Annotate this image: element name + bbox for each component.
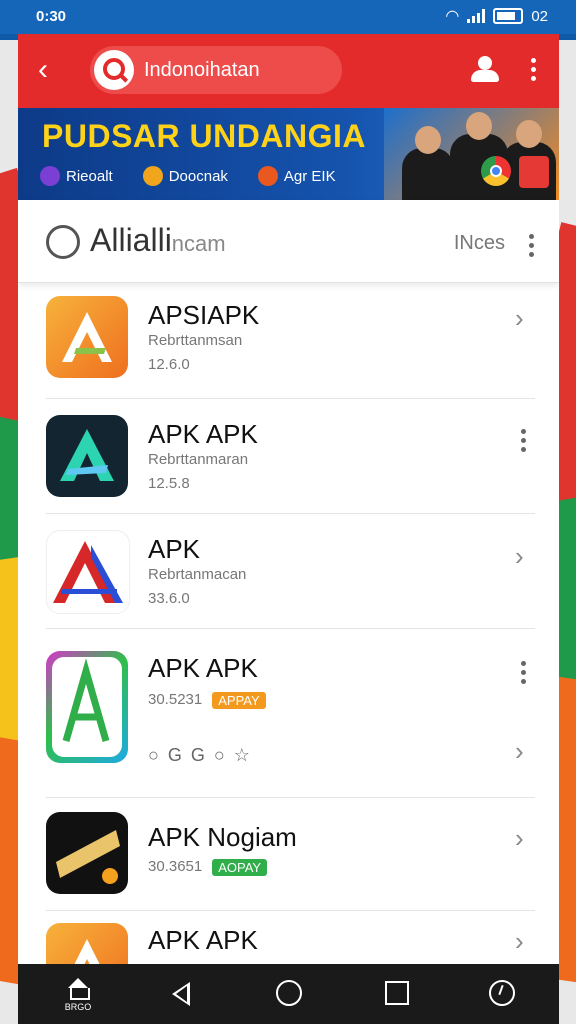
app-icon-apk-apk-2 (46, 651, 128, 763)
item-menu-icon[interactable] (521, 429, 527, 456)
app-title: APSIAPK (148, 300, 260, 330)
system-nav-bar: BRGO (18, 964, 559, 1024)
section-title: Alliallincam (90, 222, 226, 258)
chevron-right-icon[interactable]: › (515, 738, 535, 764)
app-meta: 30.3651 AOPAY (148, 858, 268, 876)
chrome-icon (481, 156, 511, 186)
app-subtitle: Rebrttanmaran (148, 451, 249, 468)
app-title: APK (148, 534, 201, 564)
app-icon-apk-apk-3 (46, 923, 128, 964)
app-meta: 30.5231 APPAY (148, 691, 266, 709)
banner-chip-2[interactable]: Doocnak (142, 166, 228, 186)
status-bar: 0:30 ◠ 02 (0, 0, 576, 34)
banner-chip-3[interactable]: Agr EIK (257, 166, 336, 186)
chevron-right-icon[interactable]: › (515, 825, 535, 851)
banner-illustration (384, 108, 559, 200)
home-label: BRGO (64, 1002, 92, 1012)
app-version: 12.5.8 (148, 475, 190, 492)
home-icon (68, 978, 88, 988)
home-circle-button[interactable] (268, 976, 308, 1012)
circle-icon (46, 225, 80, 259)
app-subtitle: Rebrttanmsan (148, 332, 243, 349)
banner-chip-1[interactable]: Rieoalt (40, 166, 113, 186)
search-text: Indonoihatan (144, 58, 260, 81)
banner-title: PUDSAR UNDANGIA (42, 118, 366, 154)
list-item[interactable]: APK APK 30.5231 APPAY ○ G G ○ ☆ › (46, 629, 535, 798)
back-arrow-icon[interactable]: ‹ (38, 55, 66, 85)
account-icon[interactable] (469, 54, 505, 86)
chevron-right-icon[interactable]: › (515, 928, 535, 954)
app-icon-apk-nogiam (46, 812, 128, 894)
app-title: APK APK (148, 925, 258, 955)
recents-button[interactable] (376, 976, 416, 1012)
app-title: APK APK (148, 653, 258, 683)
home-nav-button[interactable]: BRGO (58, 976, 98, 1012)
app-list: APSIAPK Rebrttanmsan 12.6.0 › APK APK Re… (18, 284, 559, 964)
app-version: 33.6.0 (148, 590, 190, 607)
back-triangle-icon (172, 982, 190, 1006)
status-time: 0:30 (36, 8, 67, 25)
search-icon (94, 50, 134, 90)
chip-icon (142, 166, 163, 186)
circle-home-icon (276, 980, 302, 1006)
section-filter-label[interactable]: INces (454, 232, 505, 255)
wifi-icon: ◠ (445, 8, 460, 25)
app-icon-apk (46, 530, 130, 614)
overflow-menu-icon[interactable] (531, 58, 537, 85)
search-bar[interactable]: Indonoihatan (90, 46, 342, 94)
list-item[interactable]: APK Rebrtanmacan 33.6.0 › (46, 514, 535, 629)
app-version: 12.6.0 (148, 356, 190, 373)
book-icon (519, 156, 549, 188)
clock-icon (489, 980, 515, 1006)
chip-icon (40, 166, 60, 186)
chip-icon (257, 166, 278, 186)
section-header: Alliallincam INces (18, 200, 559, 283)
list-item[interactable]: APK APK › (46, 911, 535, 964)
back-nav-button[interactable] (160, 976, 200, 1012)
chevron-right-icon[interactable]: › (515, 305, 535, 331)
list-item[interactable]: APK Nogiam 30.3651 AOPAY › (46, 798, 535, 911)
item-menu-icon[interactable] (521, 661, 527, 688)
app-title: APK APK (148, 419, 258, 449)
status-badge: APPAY (212, 691, 266, 709)
signal-icon (467, 9, 486, 23)
feature-icons: ○ G G ○ ☆ (148, 745, 252, 765)
list-item[interactable]: APK APK Rebrttanmaran 12.5.8 (46, 399, 535, 514)
status-badge: AOPAY (212, 858, 268, 876)
list-item[interactable]: APSIAPK Rebrttanmsan 12.6.0 › (46, 284, 535, 399)
promo-banner[interactable]: PUDSAR UNDANGIA Rieoalt Doocnak Agr EIK (18, 108, 559, 200)
app-title: APK Nogiam (148, 822, 297, 852)
assistant-button[interactable] (481, 976, 521, 1012)
app-icon-apk-apk (46, 415, 128, 497)
app-window: ‹ Indonoihatan PUDSAR UNDANGIA Rieoalt D… (18, 34, 559, 964)
battery-text: 02 (531, 7, 548, 25)
top-app-bar: ‹ Indonoihatan (18, 34, 559, 108)
chevron-right-icon[interactable]: › (515, 543, 535, 569)
recents-square-icon (385, 981, 409, 1005)
app-subtitle: Rebrtanmacan (148, 566, 247, 583)
app-icon-apsiapk (46, 296, 128, 378)
section-menu-icon[interactable] (529, 234, 535, 261)
battery-icon (493, 8, 524, 24)
